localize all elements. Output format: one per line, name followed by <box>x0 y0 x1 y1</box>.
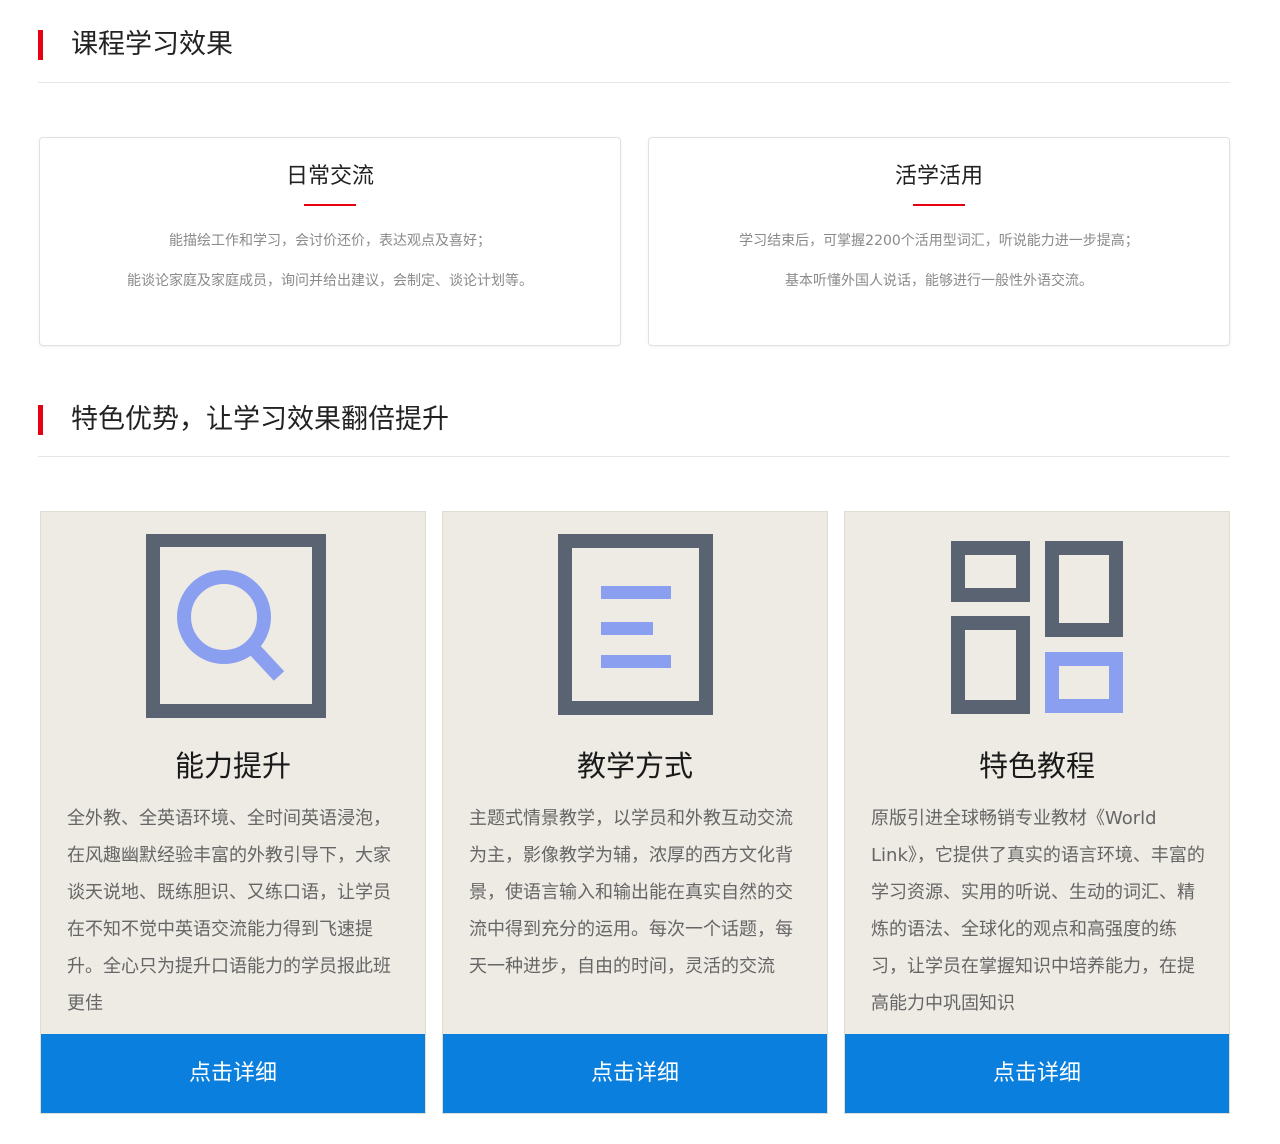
search-icon <box>146 534 326 718</box>
section-accent-bar <box>38 405 43 435</box>
title-underline <box>304 204 356 206</box>
feature-title: 特色教程 <box>978 749 1095 783</box>
feature-description: 全外教、全英语环境、全时间英语浸泡，在风趣幽默经验丰富的外教引导下，大家谈天说地… <box>67 808 391 1014</box>
effect-card-practical-use: 活学活用 学习结束后，可掌握2200个活用型词汇，听说能力进一步提高； 基本听懂… <box>648 137 1230 346</box>
section-header-features: 特色优势，让学习效果翻倍提升 <box>38 404 1230 457</box>
effect-card-text: 能描绘工作和学习，会讨价还价，表达观点及喜好； <box>169 233 491 249</box>
feature-card-ability: 能力提升 全外教、全英语环境、全时间英语浸泡，在风趣幽默经验丰富的外教引导下，大… <box>40 511 426 1114</box>
details-button[interactable]: 点击详细 <box>443 1034 827 1113</box>
effect-card-title: 日常交流 <box>285 164 374 189</box>
effect-card-text: 基本听懂外国人说话，能够进行一般性外语交流。 <box>785 273 1093 289</box>
section-title: 特色优势，让学习效果翻倍提升 <box>71 404 449 435</box>
details-button[interactable]: 点击详细 <box>41 1034 425 1113</box>
section-title: 课程学习效果 <box>71 29 233 60</box>
effect-card-daily-communication: 日常交流 能描绘工作和学习，会讨价还价，表达观点及喜好； 能谈论家庭及家庭成员，… <box>39 137 621 346</box>
feature-description: 主题式情景教学，以学员和外教互动交流为主，影像教学为辅，浓厚的西方文化背景，使语… <box>469 808 793 977</box>
feature-title: 教学方式 <box>576 749 693 783</box>
effect-card-title: 活学活用 <box>894 164 983 189</box>
details-button[interactable]: 点击详细 <box>845 1034 1229 1113</box>
feature-title: 能力提升 <box>174 749 291 783</box>
feature-card-special-course: 特色教程 原版引进全球畅销专业教材《World Link》，它提供了真实的语言环… <box>844 511 1230 1114</box>
feature-description: 原版引进全球畅销专业教材《World Link》，它提供了真实的语言环境、丰富的… <box>871 808 1205 1014</box>
document-list-icon <box>558 534 713 715</box>
effect-card-text: 能谈论家庭及家庭成员，询问并给出建议，会制定、谈论计划等。 <box>127 273 533 289</box>
effect-card-text: 学习结束后，可掌握2200个活用型词汇，听说能力进一步提高； <box>739 233 1139 249</box>
grid-layout-icon <box>951 541 1123 714</box>
section-header-course-effects: 课程学习效果 <box>38 29 1230 83</box>
title-underline <box>913 204 965 206</box>
feature-card-teaching-method: 教学方式 主题式情景教学，以学员和外教互动交流为主，影像教学为辅，浓厚的西方文化… <box>442 511 828 1114</box>
section-accent-bar <box>38 30 43 60</box>
